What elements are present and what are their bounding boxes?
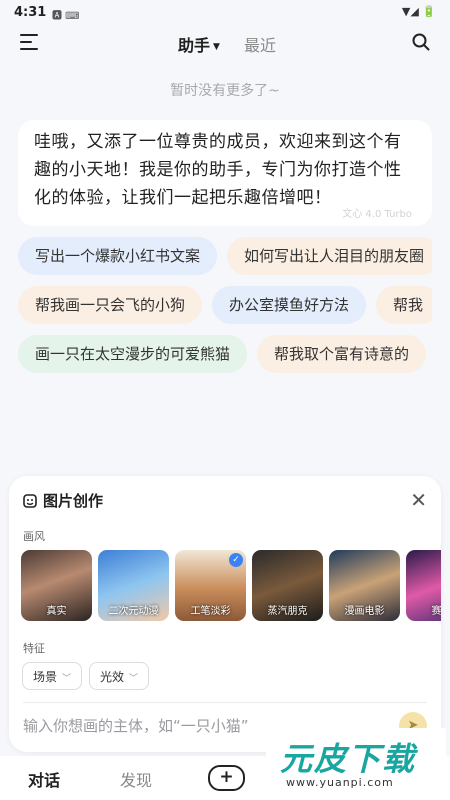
suggestion-row-1: 写出一个爆款小红书文案 如何写出让人泪目的朋友圈 — [18, 237, 432, 275]
style-card-label: 蒸汽朋克 — [267, 606, 308, 617]
nav-chat[interactable]: 对话 — [28, 767, 60, 791]
image-icon — [23, 494, 37, 508]
suggestion-row-3: 画一只在太空漫步的可爱熊猫 帮我取个富有诗意的 — [18, 335, 432, 373]
notification-icons: 🅰 ⌨ — [52, 11, 80, 22]
style-card-gongbi[interactable]: ✓ 工笔淡彩 — [175, 550, 246, 621]
style-card-steampunk[interactable]: 蒸汽朋克 — [252, 550, 323, 621]
status-bar: 4:31 🅰 ⌨ ▼◢ 🔋 — [0, 0, 450, 26]
feature-dropdown-label: 场景 — [33, 670, 58, 684]
panel-title: 图片创作 — [23, 490, 103, 511]
tab-assistant-label: 助手 — [178, 36, 211, 55]
feature-dropdown-scene[interactable]: 场景 ﹀ — [22, 662, 83, 690]
suggestion-chip[interactable]: 写出一个爆款小红书文案 — [18, 237, 218, 275]
suggestion-chip[interactable]: 办公室摸鱼好方法 — [212, 286, 367, 324]
assistant-message-bubble: 哇哦，又添了一位尊贵的成员，欢迎来到这个有趣的小天地！我是你的助手，专门为你打造… — [18, 120, 432, 226]
style-list: 真实 二次元动漫 ✓ 工笔淡彩 蒸汽朋克 漫画电影 赛博 — [21, 550, 441, 622]
suggestion-chip[interactable]: 帮我画一只会飞的小狗 — [18, 286, 203, 324]
site-watermark: 元皮下载 www.yuanpi.com — [266, 728, 446, 798]
watermark-url: www.yuanpi.com — [286, 776, 394, 789]
no-more-hint: 暂时没有更多了~ — [170, 83, 280, 99]
suggestion-chip[interactable]: 如何写出让人泪目的朋友圈 — [227, 237, 432, 275]
search-icon[interactable] — [412, 33, 430, 51]
new-chat-button[interactable]: + — [208, 765, 245, 791]
model-watermark: 文心 4.0 Turbo — [342, 209, 412, 220]
feature-dropdown-label: 光效 — [100, 670, 125, 684]
watermark-brand: 元皮下载 — [280, 740, 417, 778]
close-icon[interactable]: ✕ — [410, 488, 427, 512]
style-card-anime[interactable]: 二次元动漫 — [98, 550, 169, 621]
chevron-down-icon: ﹀ — [129, 674, 139, 684]
feature-dropdown-light[interactable]: 光效 ﹀ — [89, 662, 150, 690]
style-card-label: 真实 — [46, 606, 67, 617]
nav-discover[interactable]: 发现 — [120, 767, 152, 791]
suggestion-row-2: 帮我画一只会飞的小狗 办公室摸鱼好方法 帮我 — [18, 286, 432, 324]
tab-recent[interactable]: 最近 — [244, 32, 276, 56]
style-card-label: 赛博 — [431, 606, 442, 617]
panel-title-text: 图片创作 — [43, 492, 104, 510]
tab-assistant[interactable]: 助手 ▼ — [178, 32, 220, 56]
caret-down-icon: ▼ — [213, 42, 220, 52]
style-card-realistic[interactable]: 真实 — [21, 550, 92, 621]
style-card-comic-film[interactable]: 漫画电影 — [329, 550, 400, 621]
style-card-label: 漫画电影 — [344, 606, 385, 617]
top-bar: 助手 ▼ 最近 — [0, 26, 450, 60]
selected-check-icon: ✓ — [229, 553, 243, 567]
style-card-cyber[interactable]: 赛博 — [406, 550, 441, 621]
menu-icon[interactable] — [20, 34, 38, 50]
style-card-label: 二次元动漫 — [108, 606, 159, 617]
suggestion-chip[interactable]: 帮我取个富有诗意的 — [257, 335, 427, 373]
suggestion-chip[interactable]: 画一只在太空漫步的可爱熊猫 — [18, 335, 248, 373]
assistant-message-text: 哇哦，又添了一位尊贵的成员，欢迎来到这个有趣的小天地！我是你的助手，专门为你打造… — [34, 132, 402, 208]
image-creation-panel: 图片创作 ✕ 画风 真实 二次元动漫 ✓ 工笔淡彩 蒸汽朋克 漫画电影 赛博 特… — [9, 476, 441, 752]
style-card-label: 工笔淡彩 — [190, 606, 231, 617]
feature-label: 特征 — [23, 642, 45, 655]
suggestion-chip[interactable]: 帮我 — [376, 286, 432, 324]
style-label: 画风 — [23, 530, 45, 543]
system-icons: ▼◢ 🔋 — [401, 5, 436, 18]
divider — [23, 702, 427, 703]
chevron-down-icon: ﹀ — [62, 674, 72, 684]
status-time: 4:31 — [14, 5, 47, 20]
